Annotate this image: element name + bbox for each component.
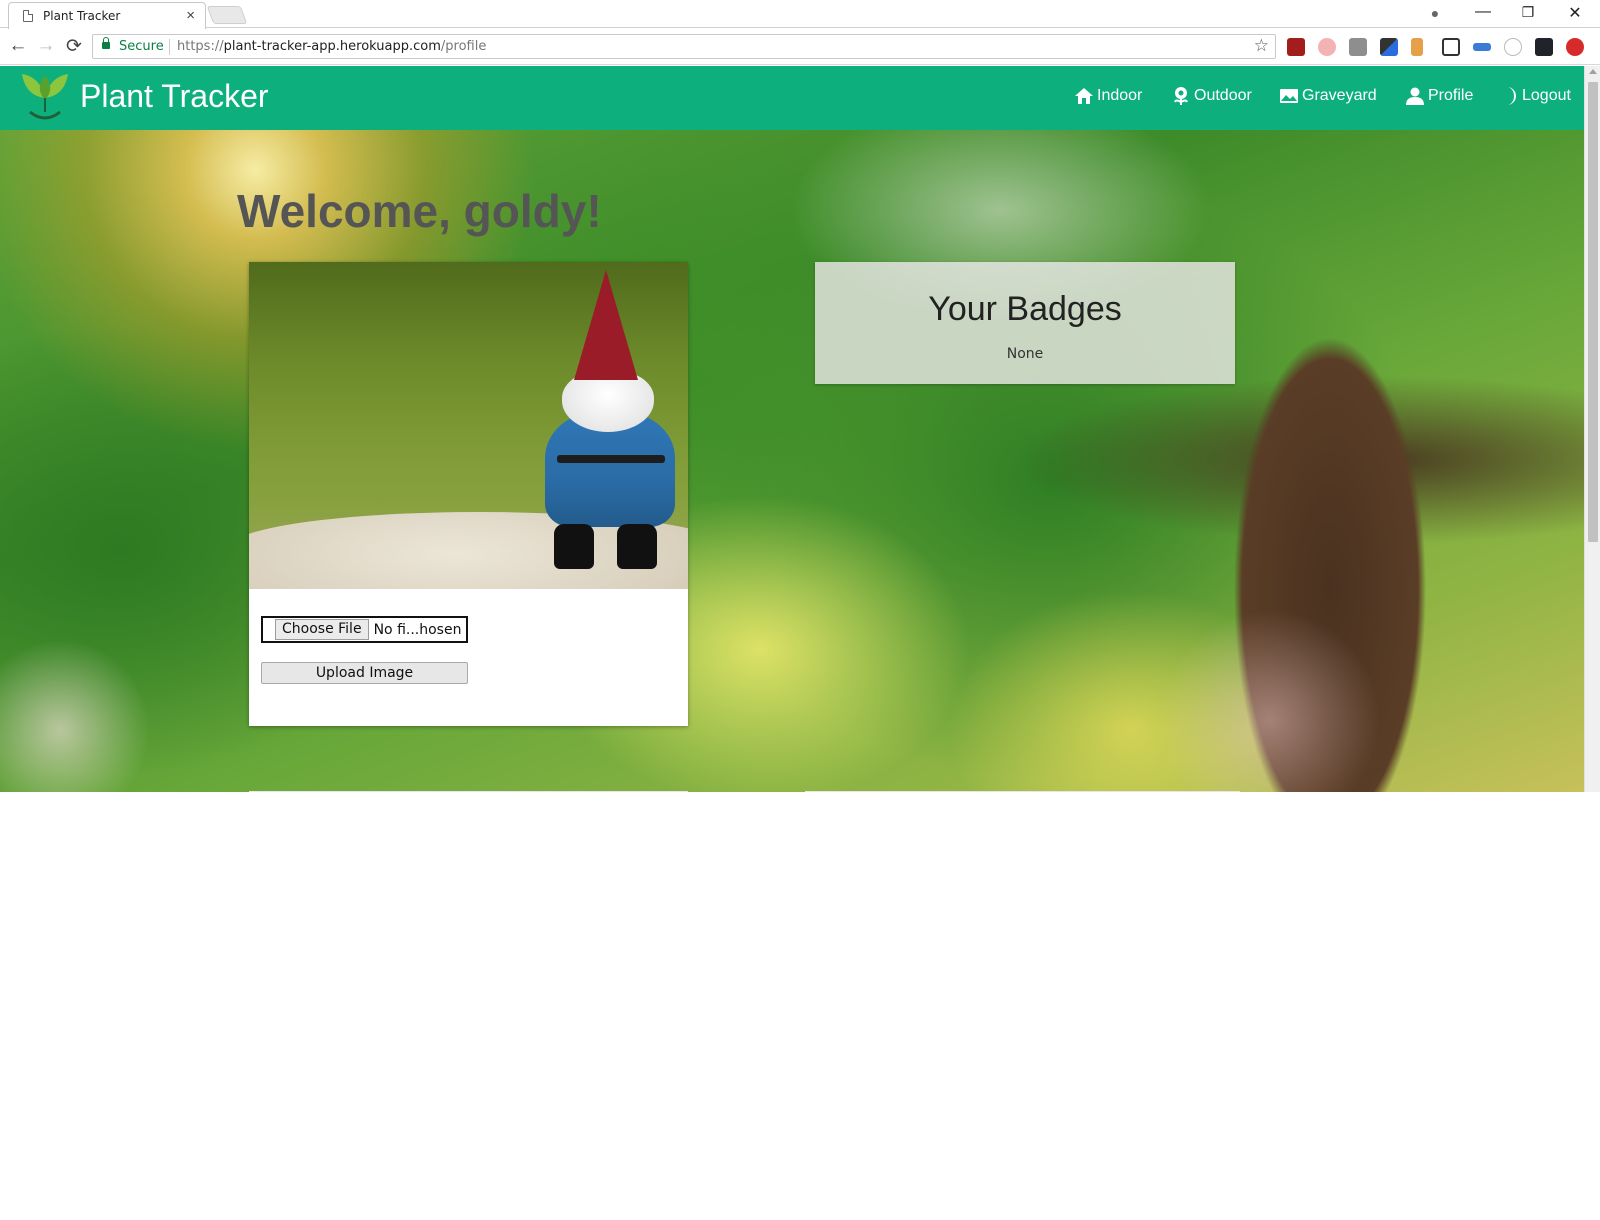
- nav-indoor-label: Indoor: [1097, 87, 1143, 104]
- gnome-belt: [557, 455, 665, 463]
- nav-graveyard[interactable]: Graveyard: [1279, 86, 1377, 106]
- nav-logout-label: Logout: [1522, 87, 1571, 104]
- notes-icon[interactable]: [1349, 38, 1367, 56]
- omnibox-separator: [169, 39, 170, 55]
- home-icon: [1075, 88, 1093, 104]
- url-host: plant-tracker-app.herokuapp.com: [223, 39, 441, 54]
- nav-outdoor[interactable]: Outdoor: [1171, 86, 1252, 106]
- url-text[interactable]: https://plant-tracker-app.herokuapp.com/…: [177, 39, 486, 54]
- badges-card: Your Badges None: [815, 262, 1235, 384]
- card-bottom-edge: [249, 791, 688, 792]
- url-path: /profile: [440, 39, 487, 54]
- profile-photo-card: Choose File No fi...hosen Upload Image: [249, 262, 688, 726]
- brand-title[interactable]: Plant Tracker: [80, 78, 269, 115]
- restore-button[interactable]: ❐: [1513, 4, 1543, 21]
- profile-photo: [249, 262, 688, 589]
- badges-title: Your Badges: [928, 290, 1122, 328]
- update-icon[interactable]: [1566, 38, 1584, 56]
- nav-graveyard-label: Graveyard: [1302, 87, 1377, 104]
- bookmark-star-icon[interactable]: ☆: [1254, 36, 1269, 56]
- file-input[interactable]: Choose File No fi...hosen: [261, 616, 468, 643]
- nav-logout[interactable]: Logout: [1499, 86, 1571, 106]
- welcome-heading: Welcome, goldy!: [237, 185, 602, 237]
- moon-icon: [1507, 87, 1516, 105]
- secure-label: Secure: [119, 39, 164, 54]
- gnome-boot-left: [554, 524, 594, 569]
- tab-close-icon[interactable]: ×: [186, 7, 195, 24]
- scroll-up-arrow-icon[interactable]: [1589, 69, 1597, 74]
- minimize-button[interactable]: —: [1468, 3, 1498, 21]
- page-scrollbar[interactable]: [1584, 66, 1600, 792]
- ublock-icon[interactable]: [1287, 38, 1305, 56]
- app-viewport: Plant Tracker Indoor Outdoor Graveyard P…: [0, 66, 1584, 792]
- tab-title: Plant Tracker: [43, 9, 121, 23]
- plant-logo-icon[interactable]: [20, 68, 70, 124]
- gnome-boot-right: [617, 524, 657, 569]
- ghost-icon[interactable]: [1504, 38, 1522, 56]
- upload-image-button[interactable]: Upload Image: [261, 662, 468, 684]
- screenshot-icon[interactable]: [1442, 38, 1460, 56]
- person-icon: [1406, 87, 1424, 105]
- browser-toolbar: ← → ⟳ Secure https://plant-tracker-app.h…: [0, 29, 1600, 65]
- flower-icon: [1174, 87, 1188, 105]
- lock-icon: [102, 37, 110, 49]
- nav-profile-label: Profile: [1428, 87, 1474, 104]
- nav-indoor[interactable]: Indoor: [1074, 86, 1142, 106]
- colorpicker-icon[interactable]: [1380, 38, 1398, 56]
- page-icon: [23, 10, 33, 22]
- scroll-thumb[interactable]: [1588, 82, 1598, 542]
- browser-tab[interactable]: Plant Tracker ×: [8, 2, 206, 29]
- react-devtools-icon[interactable]: [1535, 38, 1553, 56]
- badges-empty-text: None: [1006, 346, 1044, 362]
- card-bottom-edge: [805, 791, 1240, 792]
- account-icon[interactable]: ●: [1420, 5, 1450, 21]
- url-scheme: https://: [177, 39, 224, 54]
- close-window-button[interactable]: ✕: [1560, 3, 1590, 23]
- forward-button[interactable]: →: [34, 35, 58, 57]
- lastpass-icon[interactable]: [1318, 38, 1336, 56]
- back-button[interactable]: ←: [6, 35, 30, 57]
- image-icon: [1280, 89, 1298, 103]
- browser-tabstrip: Plant Tracker × ● — ❐ ✕: [0, 0, 1600, 29]
- file-name-text: No fi...hosen: [373, 621, 462, 638]
- choose-file-button[interactable]: Choose File: [275, 619, 369, 640]
- reload-button[interactable]: ⟳: [62, 35, 86, 58]
- address-bar[interactable]: Secure https://plant-tracker-app.herokua…: [92, 34, 1276, 59]
- nav-profile[interactable]: Profile: [1405, 86, 1473, 106]
- new-tab-button[interactable]: [206, 6, 248, 24]
- paint-icon[interactable]: [1411, 38, 1423, 56]
- nav-outdoor-label: Outdoor: [1194, 87, 1252, 104]
- gnome-hat: [574, 270, 638, 380]
- top-navbar: Plant Tracker Indoor Outdoor Graveyard P…: [0, 66, 1584, 130]
- arrows-icon[interactable]: [1473, 43, 1491, 51]
